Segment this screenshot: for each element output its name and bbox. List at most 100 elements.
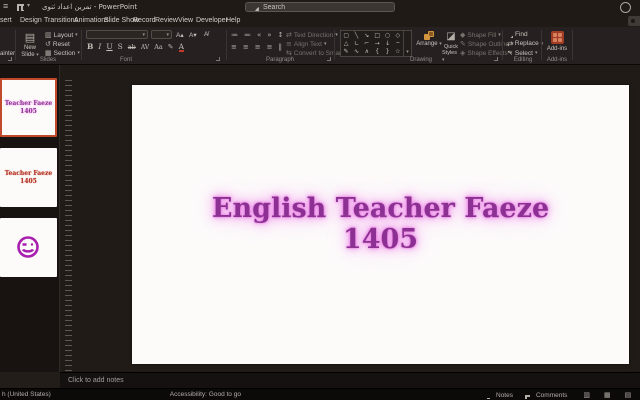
tab-record[interactable]: Record (133, 17, 156, 24)
align-center-icon[interactable]: ≡ (243, 43, 249, 51)
normal-view-button[interactable]: ▥ (583, 391, 590, 399)
shape-corner-icon[interactable]: ⌐ (362, 39, 372, 47)
shape-arrow-right-icon[interactable]: → (372, 39, 382, 47)
arrange-icon (424, 31, 435, 41)
find-icon (507, 32, 513, 38)
accessibility-status[interactable]: Accessibility: Good to go (170, 391, 241, 398)
new-slide-button[interactable]: ▤ New Slide ▾ (17, 31, 43, 60)
shape-curve-icon[interactable]: ∿ (351, 48, 361, 56)
font-color-button[interactable]: A (179, 42, 184, 51)
paragraph-group-label: Paragraph (240, 57, 320, 63)
arrange-button[interactable]: Arrange ▾ (416, 31, 442, 49)
align-justify-icon[interactable]: ≡ (267, 43, 273, 51)
shape-outline-button[interactable]: ✎ Shape Outline▾ (460, 40, 500, 48)
shape-triangle-icon[interactable]: △ (341, 39, 351, 47)
tab-transitions[interactable]: Transitions (44, 17, 78, 24)
clipboard-dialog-launcher-icon[interactable] (8, 57, 12, 61)
shape-diamond-icon[interactable]: ◇ (393, 31, 403, 39)
slide-title-text[interactable]: English Teacher Faeze 1405 (212, 194, 549, 254)
line-spacing-icon[interactable]: ↕ (278, 31, 284, 39)
shape-rectangle-icon[interactable]: □ (372, 31, 382, 39)
align-left-icon[interactable]: ≡ (231, 43, 237, 51)
notes-pane[interactable]: Click to add notes (60, 372, 640, 388)
tab-view[interactable]: View (178, 17, 193, 24)
text-direction-button[interactable]: ⇄ Text Direction▾ (286, 31, 332, 39)
layout-button[interactable]: ▥ Layout▾ (45, 31, 79, 39)
vertical-ruler[interactable] (62, 80, 72, 372)
shrink-font-button[interactable]: A▾ (189, 31, 197, 39)
replace-button[interactable]: ⇄ Replace▾ (507, 40, 539, 48)
ribbon: ainter ▤ New Slide ▾ ▥ Layout▾ ↺ Reset ▦… (0, 27, 640, 65)
tab-insert-partial[interactable]: sert (0, 17, 12, 24)
shape-brace-right-icon[interactable]: } (382, 48, 392, 56)
search-box[interactable]: Search (245, 2, 395, 12)
decrease-indent-icon[interactable]: « (257, 31, 261, 39)
find-button[interactable]: Find (507, 31, 539, 38)
underline-button[interactable]: U (106, 42, 112, 51)
shape-line-icon[interactable]: ╲ (351, 31, 361, 39)
shape-arrow-down-icon[interactable]: ↓ (382, 39, 392, 47)
shape-arc-icon[interactable]: ⌣ (393, 39, 403, 47)
save-icon[interactable] (15, 2, 24, 11)
shape-chevron-icon[interactable]: ∧ (362, 48, 372, 56)
drawing-dialog-launcher-icon[interactable] (494, 57, 498, 61)
bullets-icon[interactable]: ≔ (231, 31, 238, 39)
shape-angle-icon[interactable]: ∟ (351, 39, 361, 47)
character-spacing-button[interactable]: AV (141, 44, 149, 51)
app-menu-icon[interactable]: ≡ (3, 1, 8, 11)
avatar[interactable] (620, 2, 631, 13)
addins-button[interactable]: Add-ins (545, 31, 569, 54)
font-dialog-launcher-icon[interactable] (216, 57, 220, 61)
slide-canvas[interactable]: English Teacher Faeze 1405 (132, 85, 629, 364)
convert-smartart-button[interactable]: ⇆ Convert to SmartArt (286, 49, 332, 57)
text-shadow-button[interactable]: S (118, 42, 123, 51)
slide-thumbnail-3[interactable] (0, 218, 57, 277)
change-case-button[interactable]: Aa (154, 43, 163, 51)
tab-review[interactable]: Review (155, 17, 178, 24)
tab-help[interactable]: Help (226, 17, 240, 24)
align-text-button[interactable]: ≡ Align Text▾ (286, 40, 332, 48)
numbering-icon[interactable]: ≕ (244, 31, 251, 39)
grow-font-button[interactable]: A▴ (176, 31, 184, 39)
shape-ellipse-icon[interactable]: ○ (382, 31, 392, 39)
layout-icon: ▥ (45, 31, 52, 39)
font-name-combo[interactable]: ▾ (86, 30, 148, 39)
reading-view-button[interactable]: ▤ (625, 391, 632, 399)
notes-toggle[interactable]: Notes (496, 392, 513, 399)
comments-toggle[interactable]: Comments (536, 392, 567, 399)
shape-arrow-line-icon[interactable]: ↘ (362, 31, 372, 39)
tab-developer[interactable]: Developer (196, 17, 228, 24)
new-slide-icon: ▤ (25, 31, 35, 45)
bold-button[interactable]: B (87, 42, 93, 51)
shape-star-icon[interactable]: ☆ (393, 48, 403, 56)
shape-fill-button[interactable]: ◆ Shape Fill▾ (460, 31, 500, 39)
section-button[interactable]: ▦ Section▾ (45, 49, 79, 57)
ribbon-tabs: sert Design Transitions Animations Slide… (0, 14, 640, 27)
italic-button[interactable]: I (98, 42, 101, 51)
align-right-icon[interactable]: ≡ (255, 43, 261, 51)
increase-indent-icon[interactable]: » (267, 31, 271, 39)
clear-formatting-button[interactable]: A̸ (204, 31, 208, 38)
shape-select-icon[interactable]: ▢ (341, 31, 351, 39)
reset-button[interactable]: ↺ Reset (45, 40, 79, 48)
shapes-gallery[interactable]: ▢ ╲ ↘ □ ○ ◇ △ ∟ ⌐ → ↓ ⌣ ✎ ∿ ∧ { } ☆ ▾ (340, 30, 412, 57)
slide-thumbnail-1[interactable]: Teacher Faeze 1405 (0, 78, 57, 137)
language-status[interactable]: h (United States) (2, 391, 51, 398)
window-title: تمرین اعداد ثنوی - PowerPoint (42, 3, 137, 11)
strikethrough-button[interactable]: ab (128, 43, 136, 51)
arrange-label: Arrange ▾ (416, 41, 442, 49)
font-size-combo[interactable]: ▾ (151, 30, 172, 39)
tab-design[interactable]: Design (20, 17, 42, 24)
select-button[interactable]: ↖ Select▾ (507, 49, 539, 57)
highlight-pen-icon[interactable]: ✎ (168, 43, 174, 51)
quick-access-caret-icon[interactable]: ▾ (27, 2, 30, 9)
shape-effects-button[interactable]: ◈ Shape Effects▾ (460, 49, 500, 57)
paragraph-dialog-launcher-icon[interactable] (327, 57, 331, 61)
shape-freeform-icon[interactable]: ✎ (341, 48, 351, 56)
shape-brace-left-icon[interactable]: { (372, 48, 382, 56)
columns-icon[interactable]: ‖ (279, 43, 283, 51)
slide-thumbnail-2[interactable]: Teacher Faeze 1405 (0, 148, 57, 207)
slide-sorter-view-button[interactable]: ▦ (604, 391, 611, 399)
record-button[interactable] (628, 16, 640, 26)
shapes-gallery-more-button[interactable]: ▾ (403, 31, 411, 56)
